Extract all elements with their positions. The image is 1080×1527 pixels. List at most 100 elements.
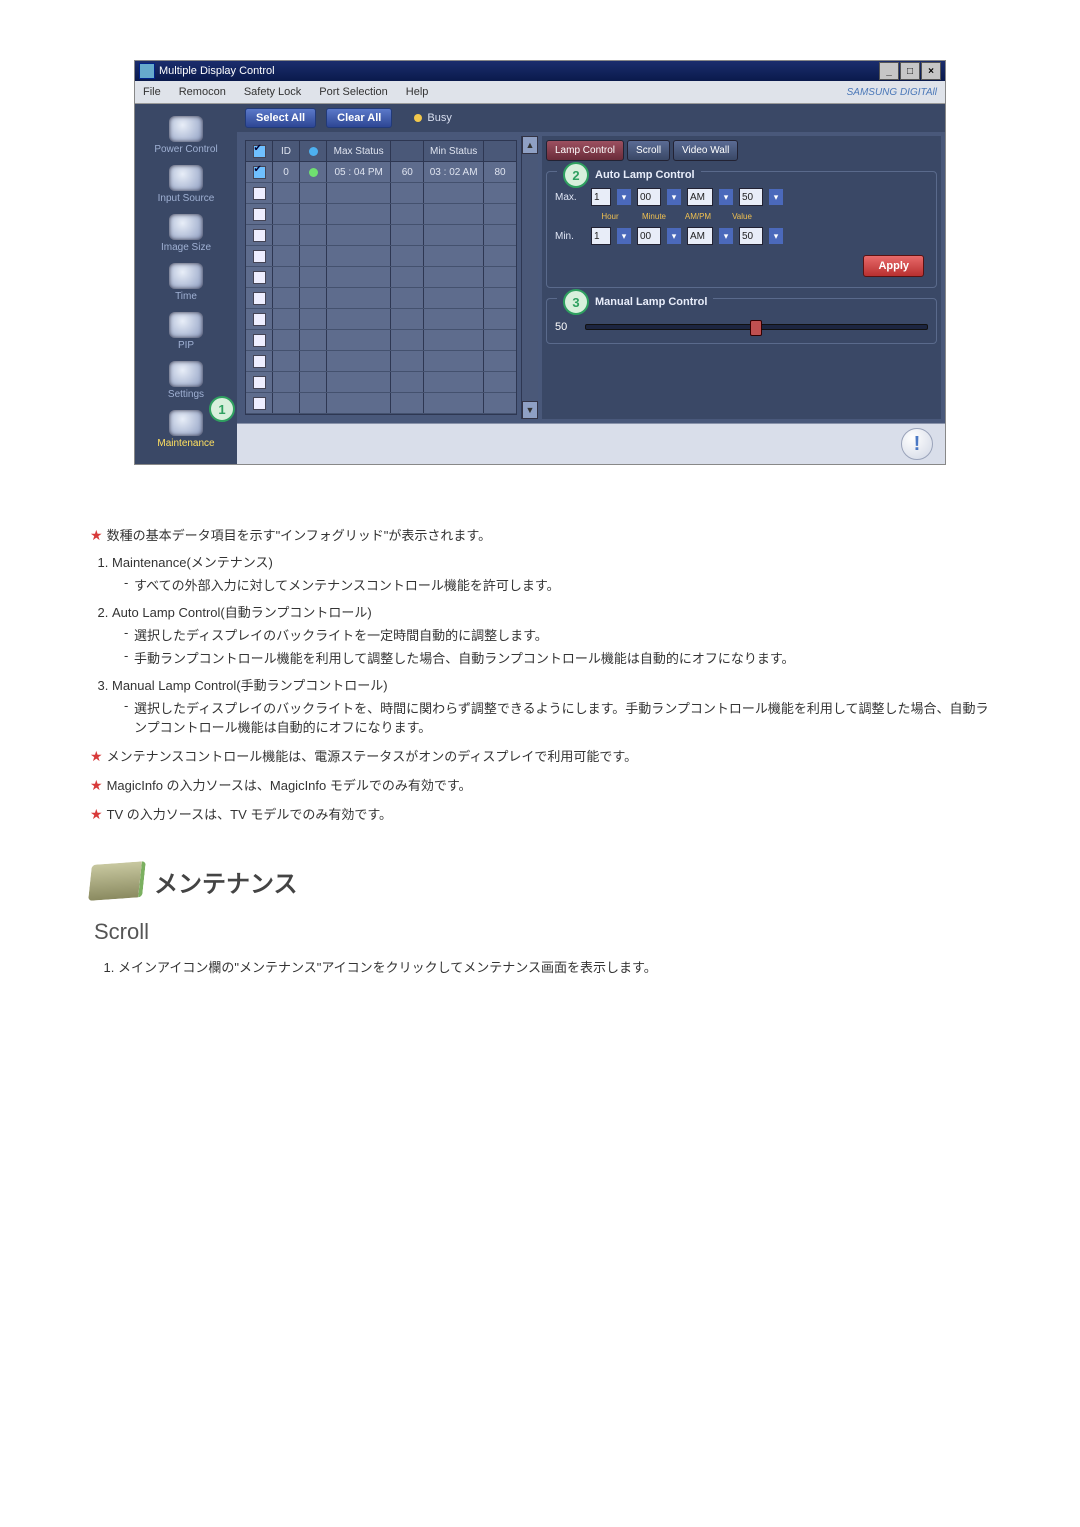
document-body: ★数種の基本データ項目を示す"インフォグリッド"が表示されます。 Mainten… [90, 525, 990, 976]
chevron-down-icon[interactable]: ▾ [719, 228, 733, 244]
col-min-value[interactable] [484, 141, 516, 161]
cell-max-time: 05 : 04 PM [327, 162, 391, 182]
chevron-down-icon[interactable]: ▾ [719, 189, 733, 205]
chevron-down-icon[interactable]: ▾ [617, 189, 631, 205]
row-checkbox[interactable] [253, 376, 266, 389]
app-window: Multiple Display Control _ □ × File Remo… [134, 60, 946, 465]
row-checkbox[interactable] [253, 397, 266, 410]
sidebar-item-image-size[interactable]: Image Size [141, 212, 231, 255]
grid-scrollbar[interactable]: ▲ ▼ [521, 136, 538, 419]
table-row[interactable] [246, 225, 516, 246]
menu-port-selection[interactable]: Port Selection [319, 86, 387, 98]
tab-lamp-control[interactable]: Lamp Control [546, 140, 624, 161]
scroll-down-button[interactable]: ▼ [522, 401, 538, 419]
minimize-button[interactable]: _ [879, 62, 899, 80]
close-button[interactable]: × [921, 62, 941, 80]
row-checkbox[interactable] [253, 187, 266, 200]
max-value-select[interactable]: 50 [739, 188, 763, 206]
table-row[interactable] [246, 330, 516, 351]
chevron-down-icon[interactable]: ▾ [667, 228, 681, 244]
sidebar-item-power[interactable]: Power Control [141, 114, 231, 157]
row-checkbox[interactable] [253, 292, 266, 305]
table-row[interactable] [246, 267, 516, 288]
sidebar-item-pip[interactable]: PIP [141, 310, 231, 353]
min-ampm-select[interactable]: AM [687, 227, 713, 245]
col-status[interactable] [300, 141, 327, 161]
tab-scroll[interactable]: Scroll [627, 140, 670, 161]
brightness-slider[interactable] [585, 324, 928, 330]
col-id[interactable]: ID [273, 141, 300, 161]
min-minute-select[interactable]: 00 [637, 227, 661, 245]
titlebar[interactable]: Multiple Display Control _ □ × [135, 61, 945, 81]
apply-button[interactable]: Apply [863, 255, 924, 277]
row-checkbox[interactable] [253, 166, 266, 179]
brand-logo: SAMSUNG DIGITAll [847, 87, 937, 98]
note: ★メンテナンスコントロール機能は、電源ステータスがオンのディスプレイで利用可能で… [90, 746, 990, 765]
row-checkbox[interactable] [253, 271, 266, 284]
auto-lamp-control-group: 2 Auto Lamp Control Max. 1▾ 00▾ AM▾ 50▾ … [546, 171, 937, 288]
table-row[interactable] [246, 372, 516, 393]
menu-remocon[interactable]: Remocon [179, 86, 226, 98]
grid-header: ID Max Status Min Status [246, 141, 516, 162]
star-icon: ★ [90, 748, 103, 764]
menubar: File Remocon Safety Lock Port Selection … [135, 81, 945, 104]
chevron-down-icon[interactable]: ▾ [769, 189, 783, 205]
note: ★TV の入力ソースは、TV モデルでのみ有効です。 [90, 804, 990, 823]
table-row[interactable] [246, 204, 516, 225]
row-checkbox[interactable] [253, 313, 266, 326]
table-row[interactable] [246, 288, 516, 309]
col-min-status[interactable]: Min Status [424, 141, 484, 161]
row-checkbox[interactable] [253, 334, 266, 347]
max-ampm-select[interactable]: AM [687, 188, 713, 206]
pip-icon [169, 312, 203, 338]
manual-lamp-title: Manual Lamp Control [595, 296, 707, 308]
content-toolbar: Select All Clear All Busy [237, 104, 945, 132]
table-row[interactable] [246, 393, 516, 414]
row-checkbox[interactable] [253, 355, 266, 368]
restore-button[interactable]: □ [900, 62, 920, 80]
menu-file[interactable]: File [143, 86, 161, 98]
row-checkbox[interactable] [253, 229, 266, 242]
sidebar-label: Maintenance [157, 438, 214, 449]
chevron-down-icon[interactable]: ▾ [769, 228, 783, 244]
sidebar-label: Time [175, 291, 197, 302]
tab-video-wall[interactable]: Video Wall [673, 140, 738, 161]
table-row[interactable] [246, 309, 516, 330]
chevron-down-icon[interactable]: ▾ [667, 189, 681, 205]
star-icon: ★ [90, 806, 103, 822]
sub-item: すべての外部入力に対してメンテナンスコントロール機能を許可します。 [124, 575, 990, 594]
col-max-value[interactable] [391, 141, 424, 161]
note: ★MagicInfo の入力ソースは、MagicInfo モデルでのみ有効です。 [90, 775, 990, 794]
col-max-status[interactable]: Max Status [327, 141, 391, 161]
col-checkbox[interactable] [246, 141, 273, 161]
section-title-text: メンテナンス [154, 864, 298, 899]
row-checkbox[interactable] [253, 250, 266, 263]
window-controls: _ □ × [879, 62, 941, 80]
scroll-up-button[interactable]: ▲ [522, 136, 538, 154]
select-all-button[interactable]: Select All [245, 108, 316, 128]
cell-max-val: 60 [391, 162, 424, 182]
instruction-list: メインアイコン欄の"メンテナンス"アイコンをクリックしてメンテナンス画面を表示し… [90, 957, 990, 976]
sidebar-item-input-source[interactable]: Input Source [141, 163, 231, 206]
busy-indicator: Busy [414, 112, 451, 124]
slider-thumb[interactable] [750, 320, 762, 336]
callout-2: 2 [563, 162, 589, 188]
max-hour-select[interactable]: 1 [591, 188, 611, 206]
min-value-select[interactable]: 50 [739, 227, 763, 245]
table-row[interactable] [246, 246, 516, 267]
min-hour-select[interactable]: 1 [591, 227, 611, 245]
check-icon [253, 145, 266, 158]
max-minute-select[interactable]: 00 [637, 188, 661, 206]
chevron-down-icon[interactable]: ▾ [617, 228, 631, 244]
slider-value: 50 [555, 321, 577, 333]
menu-help[interactable]: Help [406, 86, 429, 98]
table-row[interactable] [246, 183, 516, 204]
table-row[interactable] [246, 351, 516, 372]
menu-safety-lock[interactable]: Safety Lock [244, 86, 301, 98]
cell-min-time: 03 : 02 AM [424, 162, 484, 182]
sidebar-item-time[interactable]: Time [141, 261, 231, 304]
sub-heading: Scroll [94, 919, 990, 945]
row-checkbox[interactable] [253, 208, 266, 221]
clear-all-button[interactable]: Clear All [326, 108, 392, 128]
table-row[interactable]: 0 05 : 04 PM 60 03 : 02 AM 80 [246, 162, 516, 183]
